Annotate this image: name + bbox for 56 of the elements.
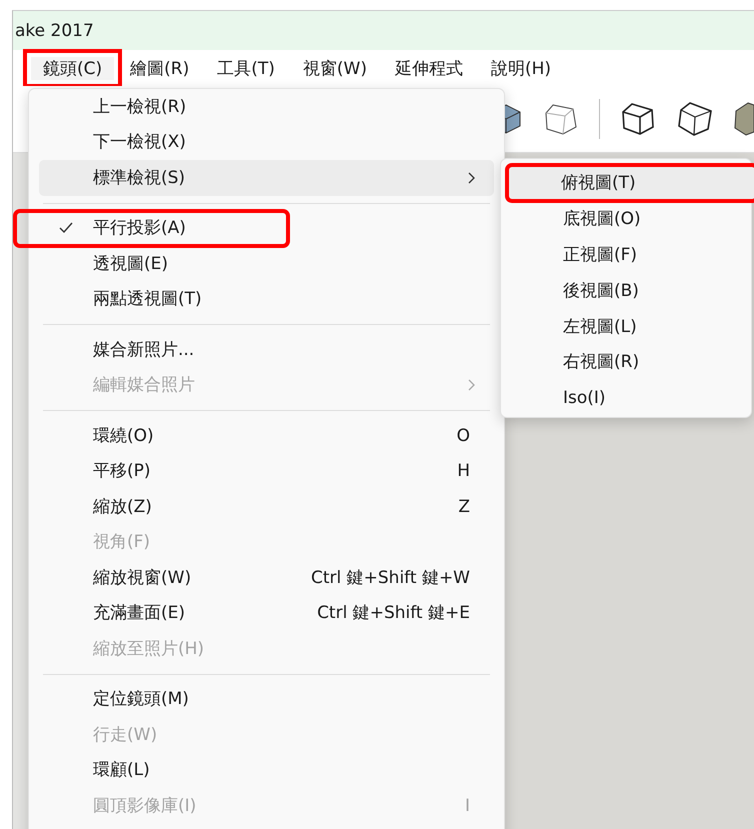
menu-item[interactable]: 環顧(L) [39,752,494,788]
menu-item-label: 媒合新照片... [93,340,194,360]
menu-item-label: 充滿畫面(E) [93,603,186,624]
menu-title[interactable]: 鏡頭(C) [31,56,114,80]
menu-item[interactable]: 下一檢視(X) [39,124,494,160]
menu-item[interactable]: 左視圖(L) [509,308,743,344]
menu-item-label: 行走(W) [93,724,158,745]
menu-item-label: 圓頂影像庫(I) [93,796,196,816]
shortcut-text: Ctrl 鍵+Shift 鍵+E [317,603,470,624]
menu-title[interactable]: 工具(T) [205,56,287,80]
menu-item-label: 兩點透視圖(T) [93,289,202,310]
menu-item-label: 標準檢視(S) [93,168,186,188]
menu-item[interactable]: 底視圖(O) [509,200,743,237]
menu-item-label: 縮放(Z) [93,496,152,517]
menu-title[interactable]: 說明(H) [478,56,564,80]
menu-item[interactable]: 環繞(O) O [39,418,494,454]
menu-title[interactable]: 視窗(W) [290,56,379,80]
menu-item-label: 縮放至照片(H) [93,638,204,659]
menu-item-label: 平移(P) [93,461,151,482]
menu-item[interactable]: 後視圖(B) [509,272,743,308]
menu-item-label: 上一檢視(R) [93,96,186,117]
menu-item[interactable]: 標準檢視(S) [39,160,494,196]
menu-item[interactable]: 平移(P) H [39,454,494,489]
menu-item[interactable]: 兩點透視圖(T) [39,282,494,317]
shortcut-text: I [464,796,470,816]
menu-item-label: 視角(F) [93,532,150,552]
shortcut-text: H [457,461,470,482]
menu-item[interactable]: 充滿畫面(E) Ctrl 鍵+Shift 鍵+E [39,596,494,631]
shaded-cube-icon[interactable] [734,100,754,138]
menu-item[interactable]: 俯視圖(T) [507,165,754,201]
menu-item-label: 環顧(L) [93,760,150,780]
menu-item-label: 平行投影(A) [93,218,186,238]
cube-icon[interactable] [676,100,714,138]
shortcut-text: O [456,426,470,446]
menu-item-label: 編輯媒合照片 [93,375,195,396]
cube-icon[interactable] [620,101,656,137]
shortcut-text: Ctrl 鍵+Shift 鍵+W [311,568,470,588]
menu-item-label: 定位鏡頭(M) [93,689,189,710]
menu-title[interactable]: 繪圖(R) [118,56,202,80]
menu-item-label: 環繞(O) [93,426,154,446]
menu-item[interactable]: 右視圖(R) [509,344,743,380]
menu-item[interactable]: 上一檢視(R) [39,89,494,124]
shortcut-text: Z [458,496,470,517]
menu-item[interactable]: 媒合新照片... [39,332,494,368]
menu-item[interactable]: 縮放視窗(W) Ctrl 鍵+Shift 鍵+W [39,560,494,596]
menu-item[interactable]: Iso(I) [509,380,743,416]
menu-title[interactable]: 延伸程式 [382,56,475,80]
menu-item[interactable]: 縮放(Z) Z [39,489,494,524]
menu-item-label: 透視圖(E) [93,254,168,274]
menu-item[interactable]: 透視圖(E) [39,246,494,282]
menu-item[interactable]: 定位鏡頭(M) [39,682,494,717]
menu-item-label: 縮放視窗(W) [93,568,192,588]
window-title: ake 2017 [15,20,94,40]
menu-item[interactable]: 正視圖(F) [509,236,743,272]
menu-item[interactable]: 平行投影(A) [15,210,288,246]
menu-item-label: 下一檢視(X) [93,132,186,152]
